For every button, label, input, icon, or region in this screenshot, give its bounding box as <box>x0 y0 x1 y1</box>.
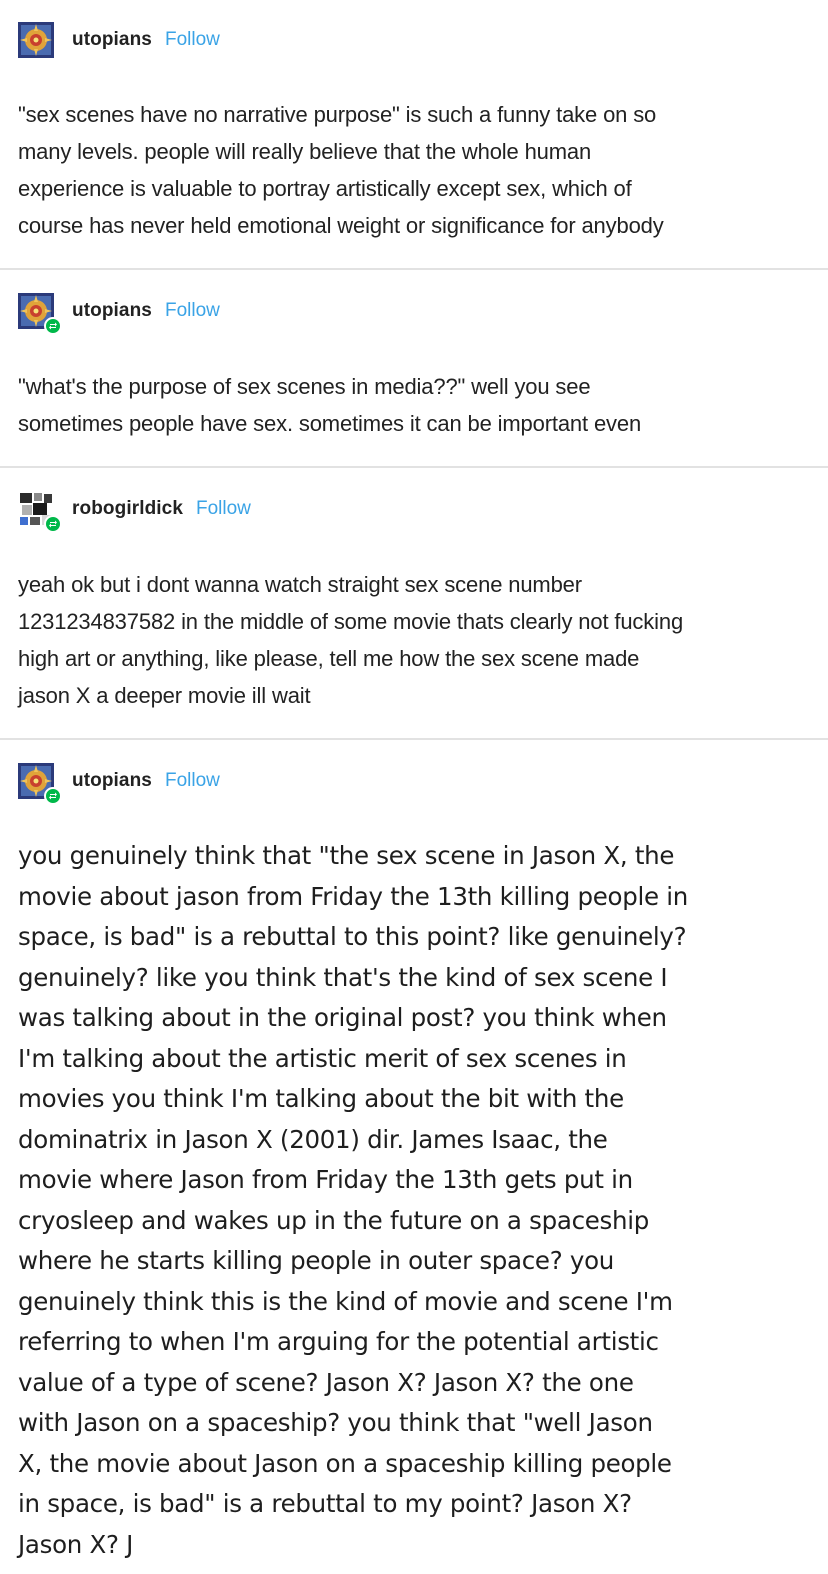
follow-button[interactable]: Follow <box>196 498 251 520</box>
post-text: you genuinely think that "the sex scene … <box>18 841 688 1559</box>
post-text: "what's the purpose of sex scenes in med… <box>18 374 642 436</box>
reblog-icon <box>44 317 62 335</box>
username[interactable]: utopians <box>72 29 152 51</box>
post-text: yeah ok but i dont wanna watch straight … <box>18 572 684 708</box>
post-header: utopians Follow <box>18 761 220 805</box>
reblog-icon <box>44 515 62 533</box>
utopians-avatar-icon[interactable] <box>18 22 54 58</box>
post-divider <box>0 466 828 468</box>
post-divider <box>0 268 828 270</box>
follow-button[interactable]: Follow <box>165 300 220 322</box>
utopians-avatar-icon[interactable] <box>18 293 62 335</box>
follow-button[interactable]: Follow <box>165 29 220 51</box>
username[interactable]: robogirldick <box>72 498 183 520</box>
post-header: robogirldick Follow <box>18 489 251 533</box>
post-divider <box>0 738 828 740</box>
username[interactable]: utopians <box>72 770 152 792</box>
post-header: utopians Follow <box>18 291 220 335</box>
robogirldick-avatar-icon[interactable] <box>18 491 62 533</box>
post-text: "sex scenes have no narrative purpose" i… <box>18 102 664 238</box>
post-header: utopians Follow <box>18 20 220 60</box>
reblog-icon <box>44 787 62 805</box>
follow-button[interactable]: Follow <box>165 770 220 792</box>
username[interactable]: utopians <box>72 300 152 322</box>
utopians-avatar-icon[interactable] <box>18 763 62 805</box>
